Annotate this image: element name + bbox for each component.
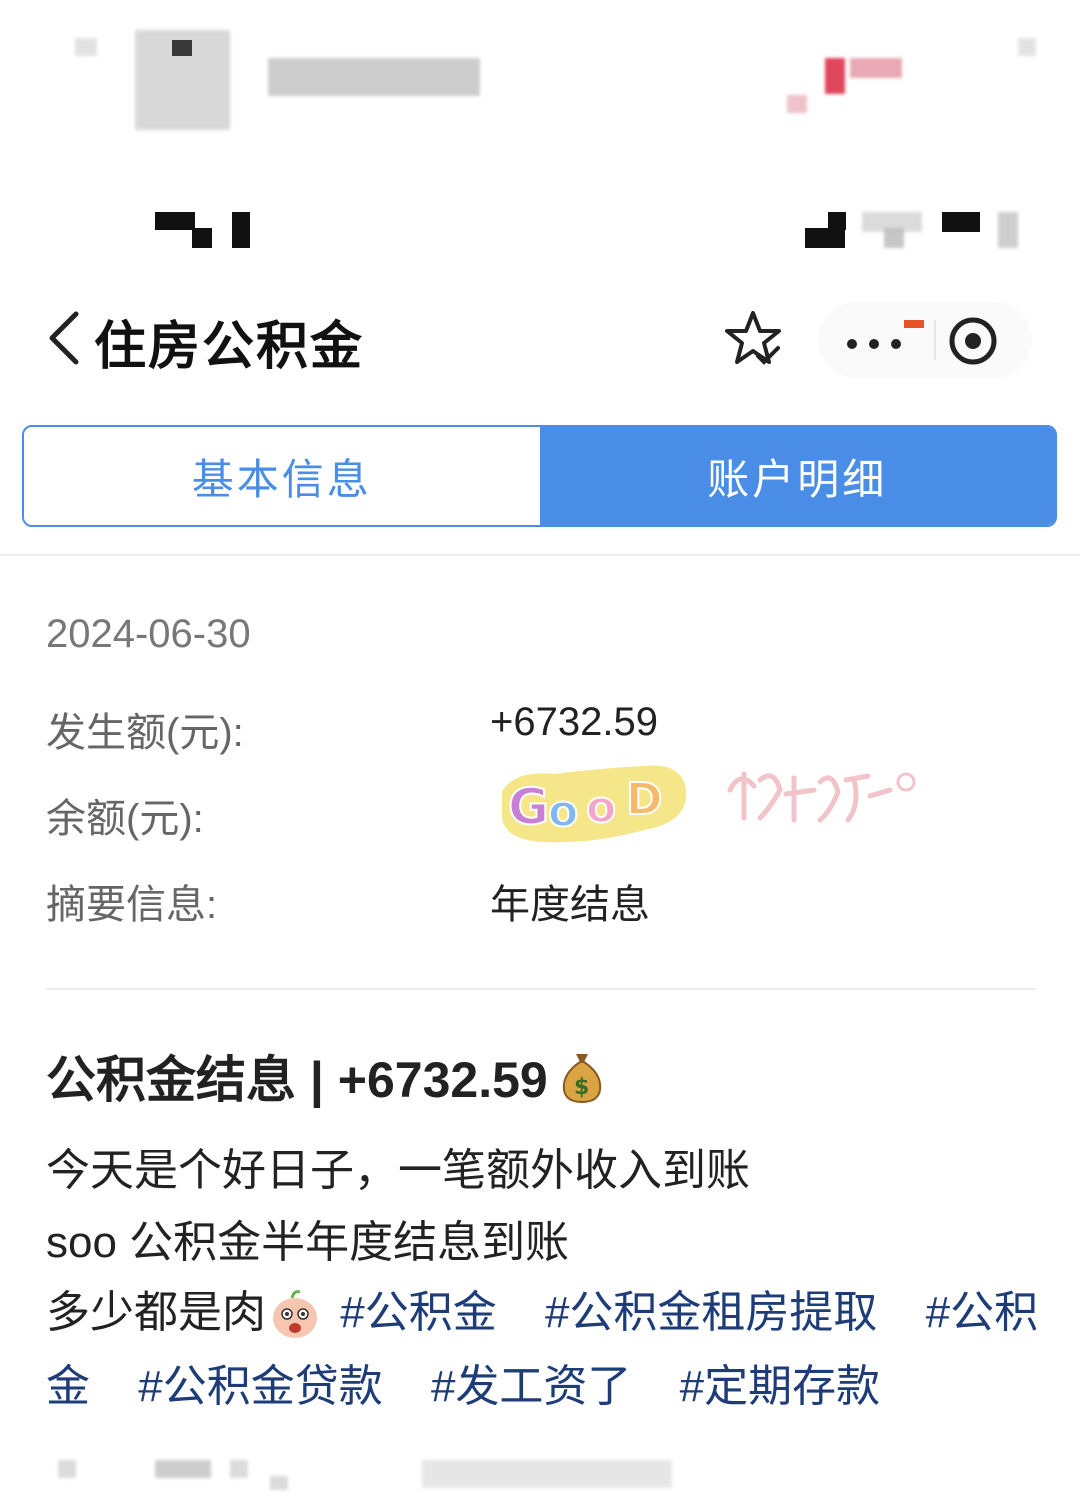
divider xyxy=(0,554,1080,556)
hashtag-link[interactable]: #发工资了 xyxy=(431,1362,631,1411)
post-line-2: soo 公积金半年度结息到账 xyxy=(46,1218,570,1267)
svg-text:o: o xyxy=(586,782,616,833)
watermark xyxy=(720,760,920,843)
hashtag-link[interactable]: #公积金租房提取 xyxy=(545,1288,877,1337)
page-title: 住房公积金 xyxy=(94,318,365,376)
tab-basic-info[interactable]: 基本信息 xyxy=(24,427,540,525)
amount-value: +6732.59 xyxy=(490,700,658,744)
summary-value: 年度结息 xyxy=(490,883,650,927)
hashtag-link[interactable]: #公积金贷款 xyxy=(138,1362,382,1411)
pig-emoji-icon xyxy=(273,1290,317,1339)
post-line-1: 今天是个好日子，一笔额外收入到账 xyxy=(46,1146,750,1195)
moneybag-icon: $ xyxy=(562,1054,601,1104)
good-sticker: G o o D xyxy=(501,765,687,843)
hashtag-link[interactable]: 金 xyxy=(46,1362,90,1411)
back-icon[interactable] xyxy=(42,306,86,370)
star-icon[interactable] xyxy=(722,308,784,370)
post-line-3: 多少都是肉 #公积金 #公积金租房提取 #公积 xyxy=(46,1276,1038,1342)
summary-label: 摘要信息: xyxy=(46,883,218,927)
tab-bar: 基本信息 账户明细 xyxy=(22,425,1057,527)
post-line-4: 金 #公积金贷款 #发工资了 #定期存款 xyxy=(46,1350,916,1414)
post-line-3-text: 多少都是肉 xyxy=(46,1288,266,1337)
svg-text:o: o xyxy=(548,786,578,837)
svg-text:$: $ xyxy=(574,1075,589,1100)
balance-label: 余额(元): xyxy=(46,797,204,841)
mini-program-capsule xyxy=(818,302,1032,378)
hashtag-link[interactable]: #公积 xyxy=(926,1288,1038,1337)
target-icon[interactable] xyxy=(946,314,1000,368)
hashtag-link[interactable]: #定期存款 xyxy=(680,1362,880,1411)
nav-bar: 住房公积金 xyxy=(0,290,1080,385)
handwritten-watermark xyxy=(727,771,916,823)
svg-text:G: G xyxy=(508,778,549,836)
more-icon[interactable] xyxy=(838,318,924,362)
capsule-divider xyxy=(934,320,936,360)
hashtag-link[interactable]: #公积金 xyxy=(340,1288,496,1337)
amount-label: 发生额(元): xyxy=(46,711,244,755)
tab-account-details[interactable]: 账户明细 xyxy=(539,427,1055,525)
svg-text:D: D xyxy=(626,774,663,825)
section-divider xyxy=(46,988,1036,990)
post-title-text: 公积金结息 | +6732.59 xyxy=(46,1052,548,1108)
post-title: 公积金结息 | +6732.59 $ xyxy=(46,1040,606,1112)
record-date: 2024-06-30 xyxy=(46,612,251,656)
